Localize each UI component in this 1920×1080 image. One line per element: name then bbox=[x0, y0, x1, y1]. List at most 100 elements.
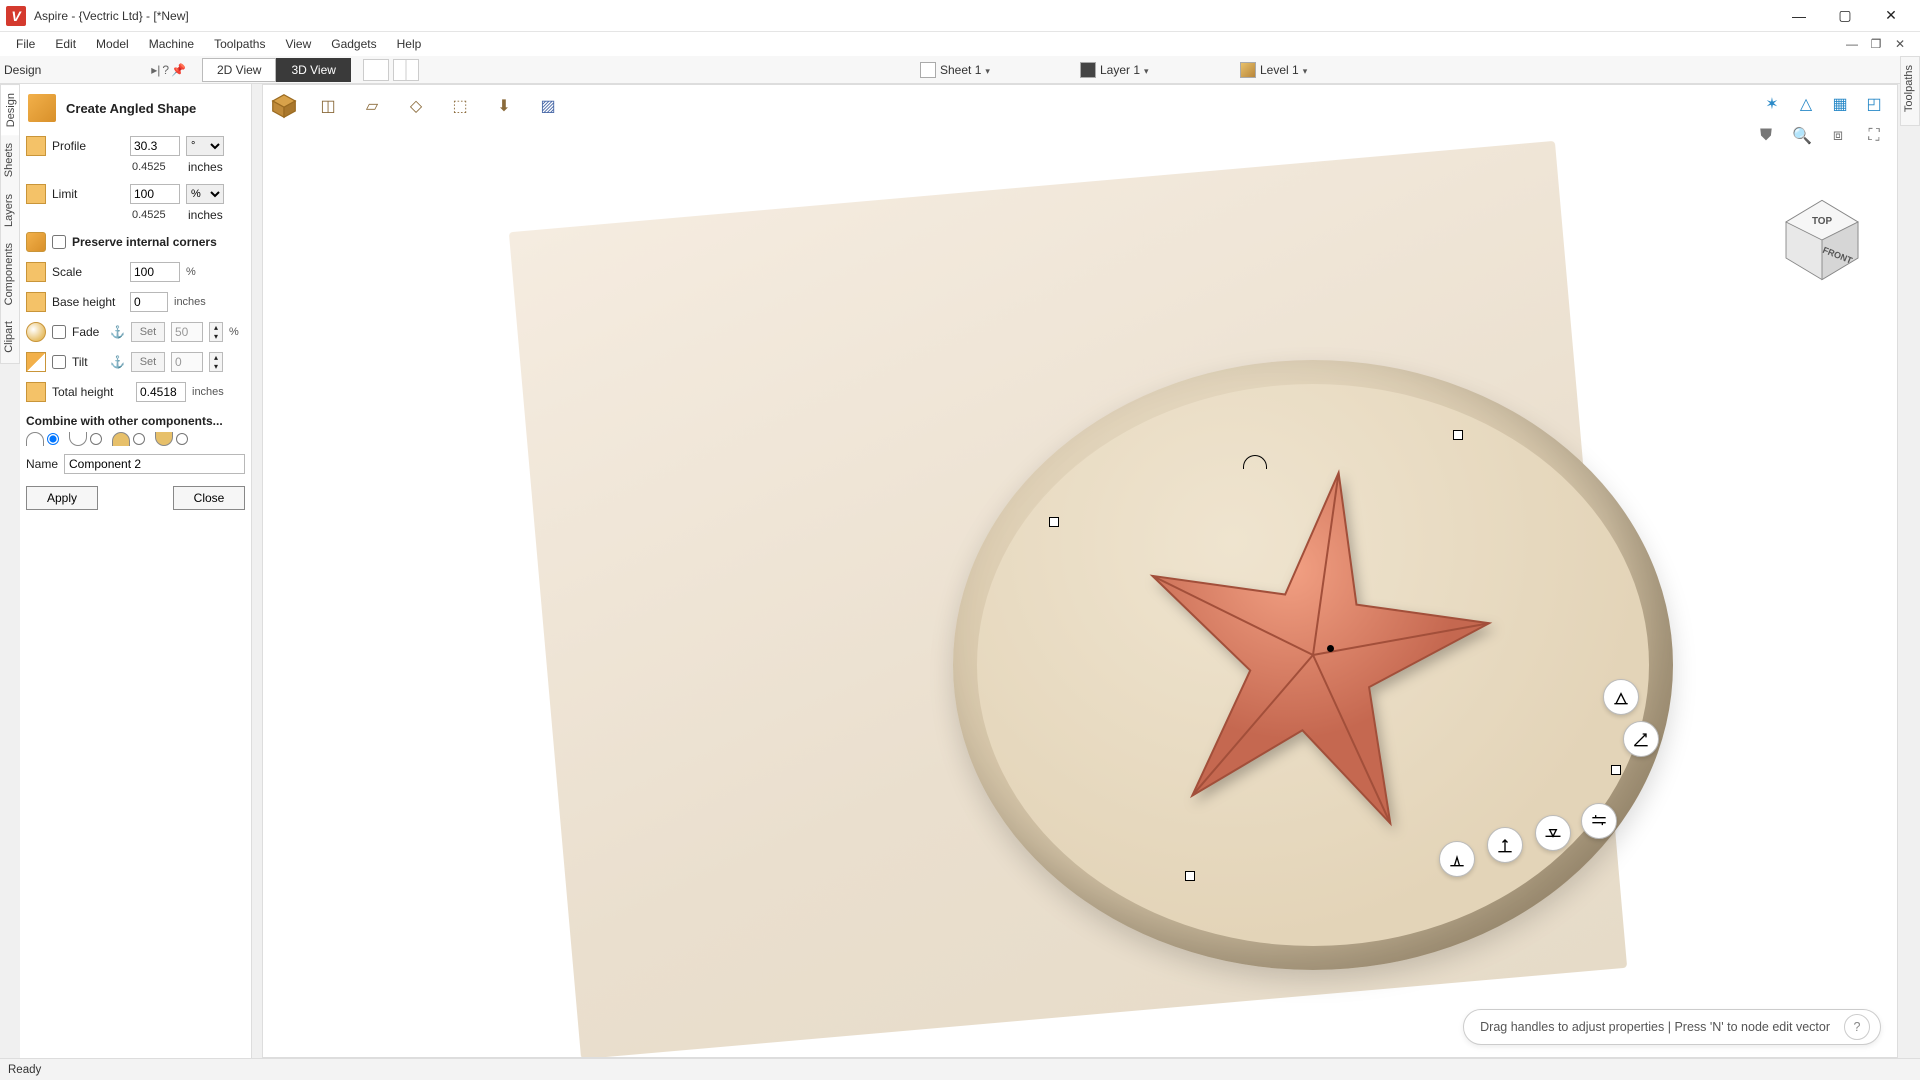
box-icon[interactable]: ⬚ bbox=[445, 91, 475, 121]
anchor-icon[interactable]: ⚓ bbox=[110, 325, 125, 339]
snap-shape-icon[interactable]: △ bbox=[1793, 91, 1819, 117]
float-tool-width[interactable] bbox=[1535, 815, 1571, 851]
tab-2d-view[interactable]: 2D View bbox=[202, 58, 276, 82]
totalheight-input[interactable] bbox=[136, 382, 186, 402]
profile-input[interactable] bbox=[130, 136, 180, 156]
float-tool-height[interactable] bbox=[1487, 827, 1523, 863]
combine-low[interactable] bbox=[155, 432, 188, 446]
sidetab-design[interactable]: Design bbox=[1, 85, 19, 135]
layout-single-button[interactable] bbox=[363, 59, 389, 81]
help-icon[interactable]: ? bbox=[162, 63, 169, 77]
fade-spinner[interactable]: ▴▾ bbox=[209, 322, 223, 342]
close-button[interactable]: Close bbox=[173, 486, 245, 510]
panel-icon bbox=[28, 94, 56, 122]
anchor-icon[interactable]: ⚓ bbox=[110, 355, 125, 369]
star-component[interactable] bbox=[1113, 455, 1513, 855]
sidetab-sheets[interactable]: Sheets bbox=[1, 135, 17, 185]
apply-button[interactable]: Apply bbox=[26, 486, 98, 510]
select-icon[interactable]: ◫ bbox=[313, 91, 343, 121]
selection-handle[interactable] bbox=[1049, 517, 1059, 527]
sidetab-clipart[interactable]: Clipart bbox=[1, 313, 17, 361]
zoom-fit-icon[interactable]: 🔍 bbox=[1789, 123, 1815, 149]
component-name-input[interactable] bbox=[64, 454, 245, 474]
scale-icon bbox=[26, 262, 46, 282]
hint-bar: Drag handles to adjust properties | Pres… bbox=[1463, 1009, 1881, 1045]
mdi-restore-button[interactable]: ❐ bbox=[1866, 34, 1886, 54]
float-tool-profile[interactable] bbox=[1603, 679, 1639, 715]
baseheight-input[interactable] bbox=[130, 292, 168, 312]
zoom-extents-icon[interactable]: ⛶ bbox=[1861, 123, 1887, 149]
menu-file[interactable]: File bbox=[6, 34, 45, 54]
selection-handle[interactable] bbox=[1453, 430, 1463, 440]
snap-grid-icon[interactable]: ▦ bbox=[1827, 91, 1853, 117]
pin-icon[interactable]: 📌 bbox=[171, 63, 186, 77]
tilt-spinner[interactable]: ▴▾ bbox=[209, 352, 223, 372]
close-window-button[interactable]: ✕ bbox=[1868, 0, 1914, 32]
sheet-selector[interactable]: Sheet 1 bbox=[920, 62, 1000, 78]
sidetab-toolpaths[interactable]: Toolpaths bbox=[1901, 57, 1917, 120]
fade-label: Fade bbox=[72, 325, 104, 339]
sheet-icon bbox=[920, 62, 936, 78]
maximize-button[interactable]: ▢ bbox=[1822, 0, 1868, 32]
limit-unit-select[interactable]: % bbox=[186, 184, 224, 204]
fade-checkbox[interactable] bbox=[52, 325, 66, 339]
snap-point-icon[interactable]: ✶ bbox=[1759, 91, 1785, 117]
tilt-checkbox[interactable] bbox=[52, 355, 66, 369]
fade-set-button[interactable]: Set bbox=[131, 322, 165, 342]
float-tool-angle[interactable] bbox=[1623, 721, 1659, 757]
menu-gadgets[interactable]: Gadgets bbox=[321, 34, 386, 54]
minimize-button[interactable]: — bbox=[1776, 0, 1822, 32]
menu-view[interactable]: View bbox=[275, 34, 321, 54]
snap-bounds-icon[interactable]: ◰ bbox=[1861, 91, 1887, 117]
preserve-corners-checkbox[interactable] bbox=[52, 235, 66, 249]
float-tool-base[interactable] bbox=[1439, 841, 1475, 877]
layout-split-button[interactable] bbox=[393, 59, 419, 81]
shield-icon[interactable]: ⛊ bbox=[1753, 123, 1779, 149]
hint-help-button[interactable]: ? bbox=[1844, 1014, 1870, 1040]
mdi-minimize-button[interactable]: — bbox=[1842, 34, 1862, 54]
profile-unit-select[interactable]: ° bbox=[186, 136, 224, 156]
viewport-3d[interactable]: ◫ ▱ ◇ ⬚ ⬇ ▨ ✶ △ ▦ ◰ ⛊ 🔍 ⧈ ⛶ TOP FRONT bbox=[262, 84, 1898, 1058]
plane-icon[interactable]: ▱ bbox=[357, 91, 387, 121]
download-icon[interactable]: ⬇ bbox=[489, 91, 519, 121]
menu-help[interactable]: Help bbox=[387, 34, 432, 54]
design-tab[interactable]: Design ▸| ? 📌 bbox=[0, 63, 192, 77]
hatch-icon[interactable]: ▨ bbox=[533, 91, 563, 121]
scale-label: Scale bbox=[52, 265, 124, 279]
menu-model[interactable]: Model bbox=[86, 34, 139, 54]
scale-input[interactable] bbox=[130, 262, 180, 282]
combine-subtract[interactable] bbox=[69, 432, 102, 446]
iso-view-icon[interactable] bbox=[269, 91, 299, 121]
level-selector[interactable]: Level 1 bbox=[1240, 62, 1317, 78]
limit-label: Limit bbox=[52, 187, 124, 201]
center-point[interactable] bbox=[1327, 645, 1334, 652]
selection-handle[interactable] bbox=[1611, 765, 1621, 775]
panel-collapse-icon[interactable]: ▸| bbox=[151, 63, 160, 77]
menu-toolpaths[interactable]: Toolpaths bbox=[204, 34, 275, 54]
sidetab-layers[interactable]: Layers bbox=[1, 186, 17, 235]
viewport-toolbar-left: ◫ ▱ ◇ ⬚ ⬇ ▨ bbox=[269, 91, 563, 121]
menu-edit[interactable]: Edit bbox=[45, 34, 86, 54]
combine-label: Combine with other components... bbox=[26, 414, 245, 428]
status-bar: Ready bbox=[0, 1058, 1920, 1080]
outline-icon[interactable]: ◇ bbox=[401, 91, 431, 121]
baseheight-icon bbox=[26, 292, 46, 312]
limit-input[interactable] bbox=[130, 184, 180, 204]
limit-icon bbox=[26, 184, 46, 204]
tilt-set-button[interactable]: Set bbox=[131, 352, 165, 372]
profile-icon bbox=[26, 136, 46, 156]
mdi-close-button[interactable]: ✕ bbox=[1890, 34, 1910, 54]
layer-selector[interactable]: Layer 1 bbox=[1080, 62, 1159, 78]
profile-converted-value: 0.4525 bbox=[132, 161, 182, 173]
float-tool-sliders[interactable] bbox=[1581, 803, 1617, 839]
combine-add[interactable] bbox=[26, 432, 59, 446]
zoom-region-icon[interactable]: ⧈ bbox=[1825, 123, 1851, 149]
nav-cube[interactable]: TOP FRONT bbox=[1777, 195, 1867, 285]
selection-handle[interactable] bbox=[1185, 871, 1195, 881]
tab-3d-view[interactable]: 3D View bbox=[276, 58, 350, 82]
menu-machine[interactable]: Machine bbox=[139, 34, 204, 54]
sidetab-components[interactable]: Components bbox=[1, 235, 17, 313]
combine-merge[interactable] bbox=[112, 432, 145, 446]
window-title: Aspire - {Vectric Ltd} - [*New] bbox=[34, 9, 189, 23]
layer-icon bbox=[1080, 62, 1096, 78]
